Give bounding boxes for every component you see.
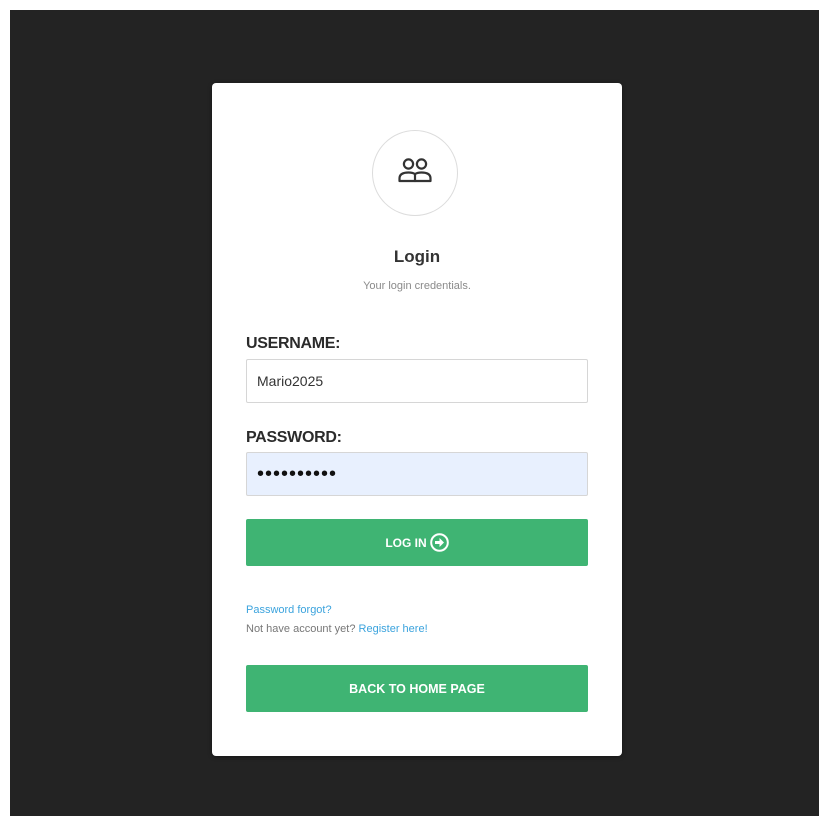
back-to-home-button[interactable]: BACK TO HOME PAGE <box>246 665 588 712</box>
account-links: Password forgot? Not have account yet? R… <box>246 601 428 639</box>
forgot-password-link[interactable]: Password forgot? <box>246 604 332 616</box>
login-button-label: LOG IN <box>385 535 427 550</box>
login-card: Login Your login credentials. USERNAME: … <box>212 83 622 756</box>
avatar <box>372 130 458 216</box>
users-icon <box>397 156 433 191</box>
username-input[interactable] <box>246 359 588 403</box>
login-button[interactable]: LOG IN <box>246 519 588 566</box>
page-subtitle: Your login credentials. <box>363 280 471 292</box>
no-account-text: Not have account yet? <box>246 623 356 635</box>
arrow-right-circle-icon <box>429 533 449 552</box>
page-title: Login <box>393 247 441 266</box>
password-dots: •••••••••• <box>257 462 338 485</box>
password-label: PASSWORD: <box>246 429 342 446</box>
register-link[interactable]: Register here! <box>359 623 428 635</box>
password-input[interactable]: •••••••••• <box>246 452 588 496</box>
username-label: USERNAME: <box>246 335 341 352</box>
